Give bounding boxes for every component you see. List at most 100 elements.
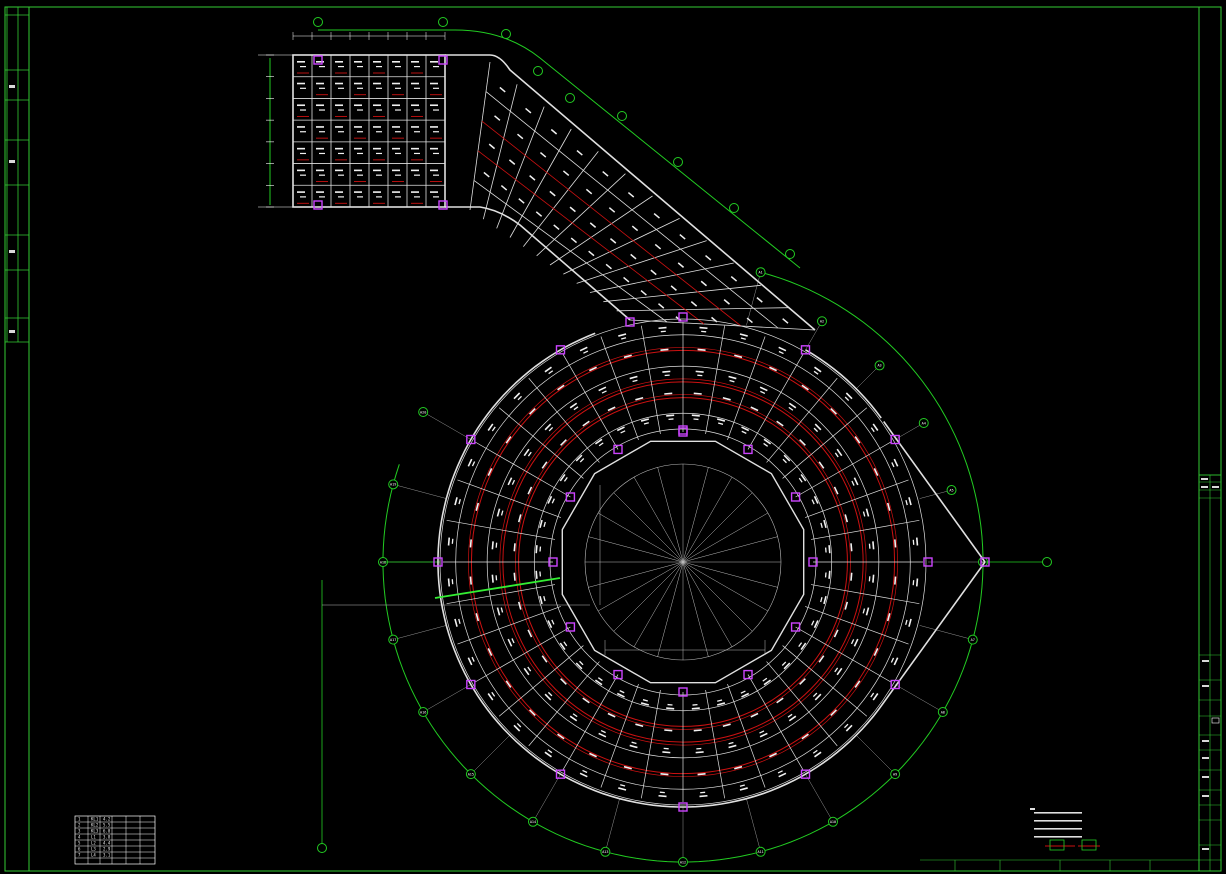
rebar-label bbox=[696, 747, 702, 750]
rebar-label bbox=[701, 330, 707, 333]
rebar-label bbox=[335, 82, 343, 85]
ring-outer-edge bbox=[805, 349, 882, 419]
rebar-label bbox=[297, 104, 305, 107]
rebar-label bbox=[433, 66, 439, 68]
rebar-label bbox=[454, 497, 458, 506]
rebar-label bbox=[739, 787, 748, 791]
rebar-label bbox=[562, 170, 570, 177]
dome-rib bbox=[682, 512, 768, 563]
rebar-label bbox=[535, 570, 538, 579]
rebar-label bbox=[319, 152, 325, 155]
rebar-label bbox=[621, 337, 627, 340]
radial-beam bbox=[528, 661, 600, 747]
wing-inner-edge bbox=[445, 206, 631, 321]
axis-bubble bbox=[729, 203, 739, 213]
rebar-label bbox=[483, 171, 490, 178]
axis-leader bbox=[423, 411, 471, 440]
rebar-label bbox=[300, 152, 306, 155]
rebar-label bbox=[319, 66, 325, 68]
rebar-label bbox=[500, 510, 504, 516]
rebar-label bbox=[392, 61, 400, 63]
rebar-label bbox=[354, 169, 362, 172]
rebar-label bbox=[844, 396, 850, 401]
dome-rib bbox=[613, 561, 684, 632]
title-block-text-mark bbox=[1212, 486, 1219, 488]
radial-beam bbox=[457, 479, 561, 518]
title-block-text-mark bbox=[1202, 660, 1209, 662]
radial-beam bbox=[640, 689, 661, 799]
rebar-label bbox=[414, 152, 420, 155]
rebar-label bbox=[739, 333, 748, 337]
rebar-label bbox=[664, 392, 673, 395]
axis-bubble-label: A4 bbox=[922, 421, 926, 425]
dome-rib bbox=[613, 492, 684, 563]
rebar-label bbox=[583, 350, 589, 354]
rebar-label bbox=[494, 115, 501, 121]
rebar-label bbox=[862, 608, 866, 614]
legend-cell: 1 bbox=[78, 817, 81, 822]
rebar-label bbox=[491, 541, 494, 550]
rebar-label bbox=[392, 82, 400, 85]
axis-leader bbox=[532, 774, 561, 822]
rebar-label bbox=[335, 147, 343, 150]
rebar-label bbox=[658, 326, 667, 330]
rebar-label bbox=[430, 169, 438, 172]
rebar-label bbox=[699, 794, 708, 798]
rebar-label bbox=[660, 330, 666, 333]
legend-cell: 6.0 bbox=[103, 829, 111, 834]
wing-cross-beam bbox=[496, 106, 545, 229]
rebar-label bbox=[297, 169, 305, 172]
legend-table: 1 KL1 4.2 2 KL2 5.5 3 KL3 6.0 4 L1 3.8 5 L2 4.4 6 L3 2.9 7… bbox=[74, 815, 156, 865]
wing-long-beam bbox=[473, 180, 668, 323]
rebar-label bbox=[392, 169, 400, 172]
rebar-label bbox=[430, 191, 438, 193]
rebar-label bbox=[548, 370, 554, 375]
rebar-label bbox=[500, 185, 508, 191]
rebar-label bbox=[392, 104, 400, 107]
rebar-label bbox=[335, 61, 343, 63]
rebar-label bbox=[316, 82, 324, 85]
rebar-label bbox=[395, 152, 401, 155]
rebar-label bbox=[539, 571, 542, 577]
cad-drawing-canvas[interactable]: A1A2A3A4A5A6A7A8A9A10A11A12A13A14A15A16A… bbox=[0, 0, 1226, 874]
rebar-label bbox=[868, 576, 871, 582]
rebar-label bbox=[300, 174, 306, 176]
radial-beam bbox=[766, 661, 838, 747]
strip-text-mark bbox=[9, 330, 15, 333]
rebar-label bbox=[316, 61, 324, 63]
strip-text-mark bbox=[9, 85, 15, 88]
rebar-label bbox=[588, 250, 595, 257]
rebar-label bbox=[853, 477, 859, 486]
rebar-label bbox=[430, 61, 438, 63]
rebar-label bbox=[893, 657, 899, 666]
rebar-label bbox=[787, 713, 793, 718]
wing-cross-beam bbox=[629, 319, 816, 331]
rebar-label bbox=[820, 522, 823, 528]
rebar-label bbox=[631, 741, 637, 745]
rebar-label bbox=[618, 787, 627, 791]
rebar-label bbox=[354, 191, 362, 193]
rebar-label bbox=[376, 66, 382, 68]
dome-rib bbox=[633, 477, 684, 563]
rebar-label bbox=[495, 575, 498, 581]
rebar-label bbox=[756, 297, 763, 303]
note-line bbox=[1034, 828, 1082, 830]
legend-cell: L2 bbox=[91, 841, 96, 846]
wing-cross-beam bbox=[589, 262, 734, 293]
rebar-label bbox=[664, 729, 673, 732]
rebar-label bbox=[335, 191, 343, 193]
rebar-label bbox=[357, 87, 363, 89]
rebar-label bbox=[812, 692, 818, 698]
rebar-label bbox=[411, 191, 419, 193]
rebar-label bbox=[411, 82, 419, 85]
axis-bubble-label: A10 bbox=[830, 820, 836, 824]
rebar-label bbox=[623, 276, 630, 283]
rebar-label bbox=[788, 406, 794, 411]
rebar-label bbox=[629, 744, 638, 749]
axis-bubble-label: A8 bbox=[941, 710, 945, 714]
axis-bubble-label: A1 bbox=[759, 271, 763, 275]
rebar-label bbox=[430, 147, 438, 150]
rebar-label bbox=[865, 508, 870, 517]
rebar-label bbox=[820, 597, 823, 603]
radial-beam bbox=[705, 325, 726, 435]
